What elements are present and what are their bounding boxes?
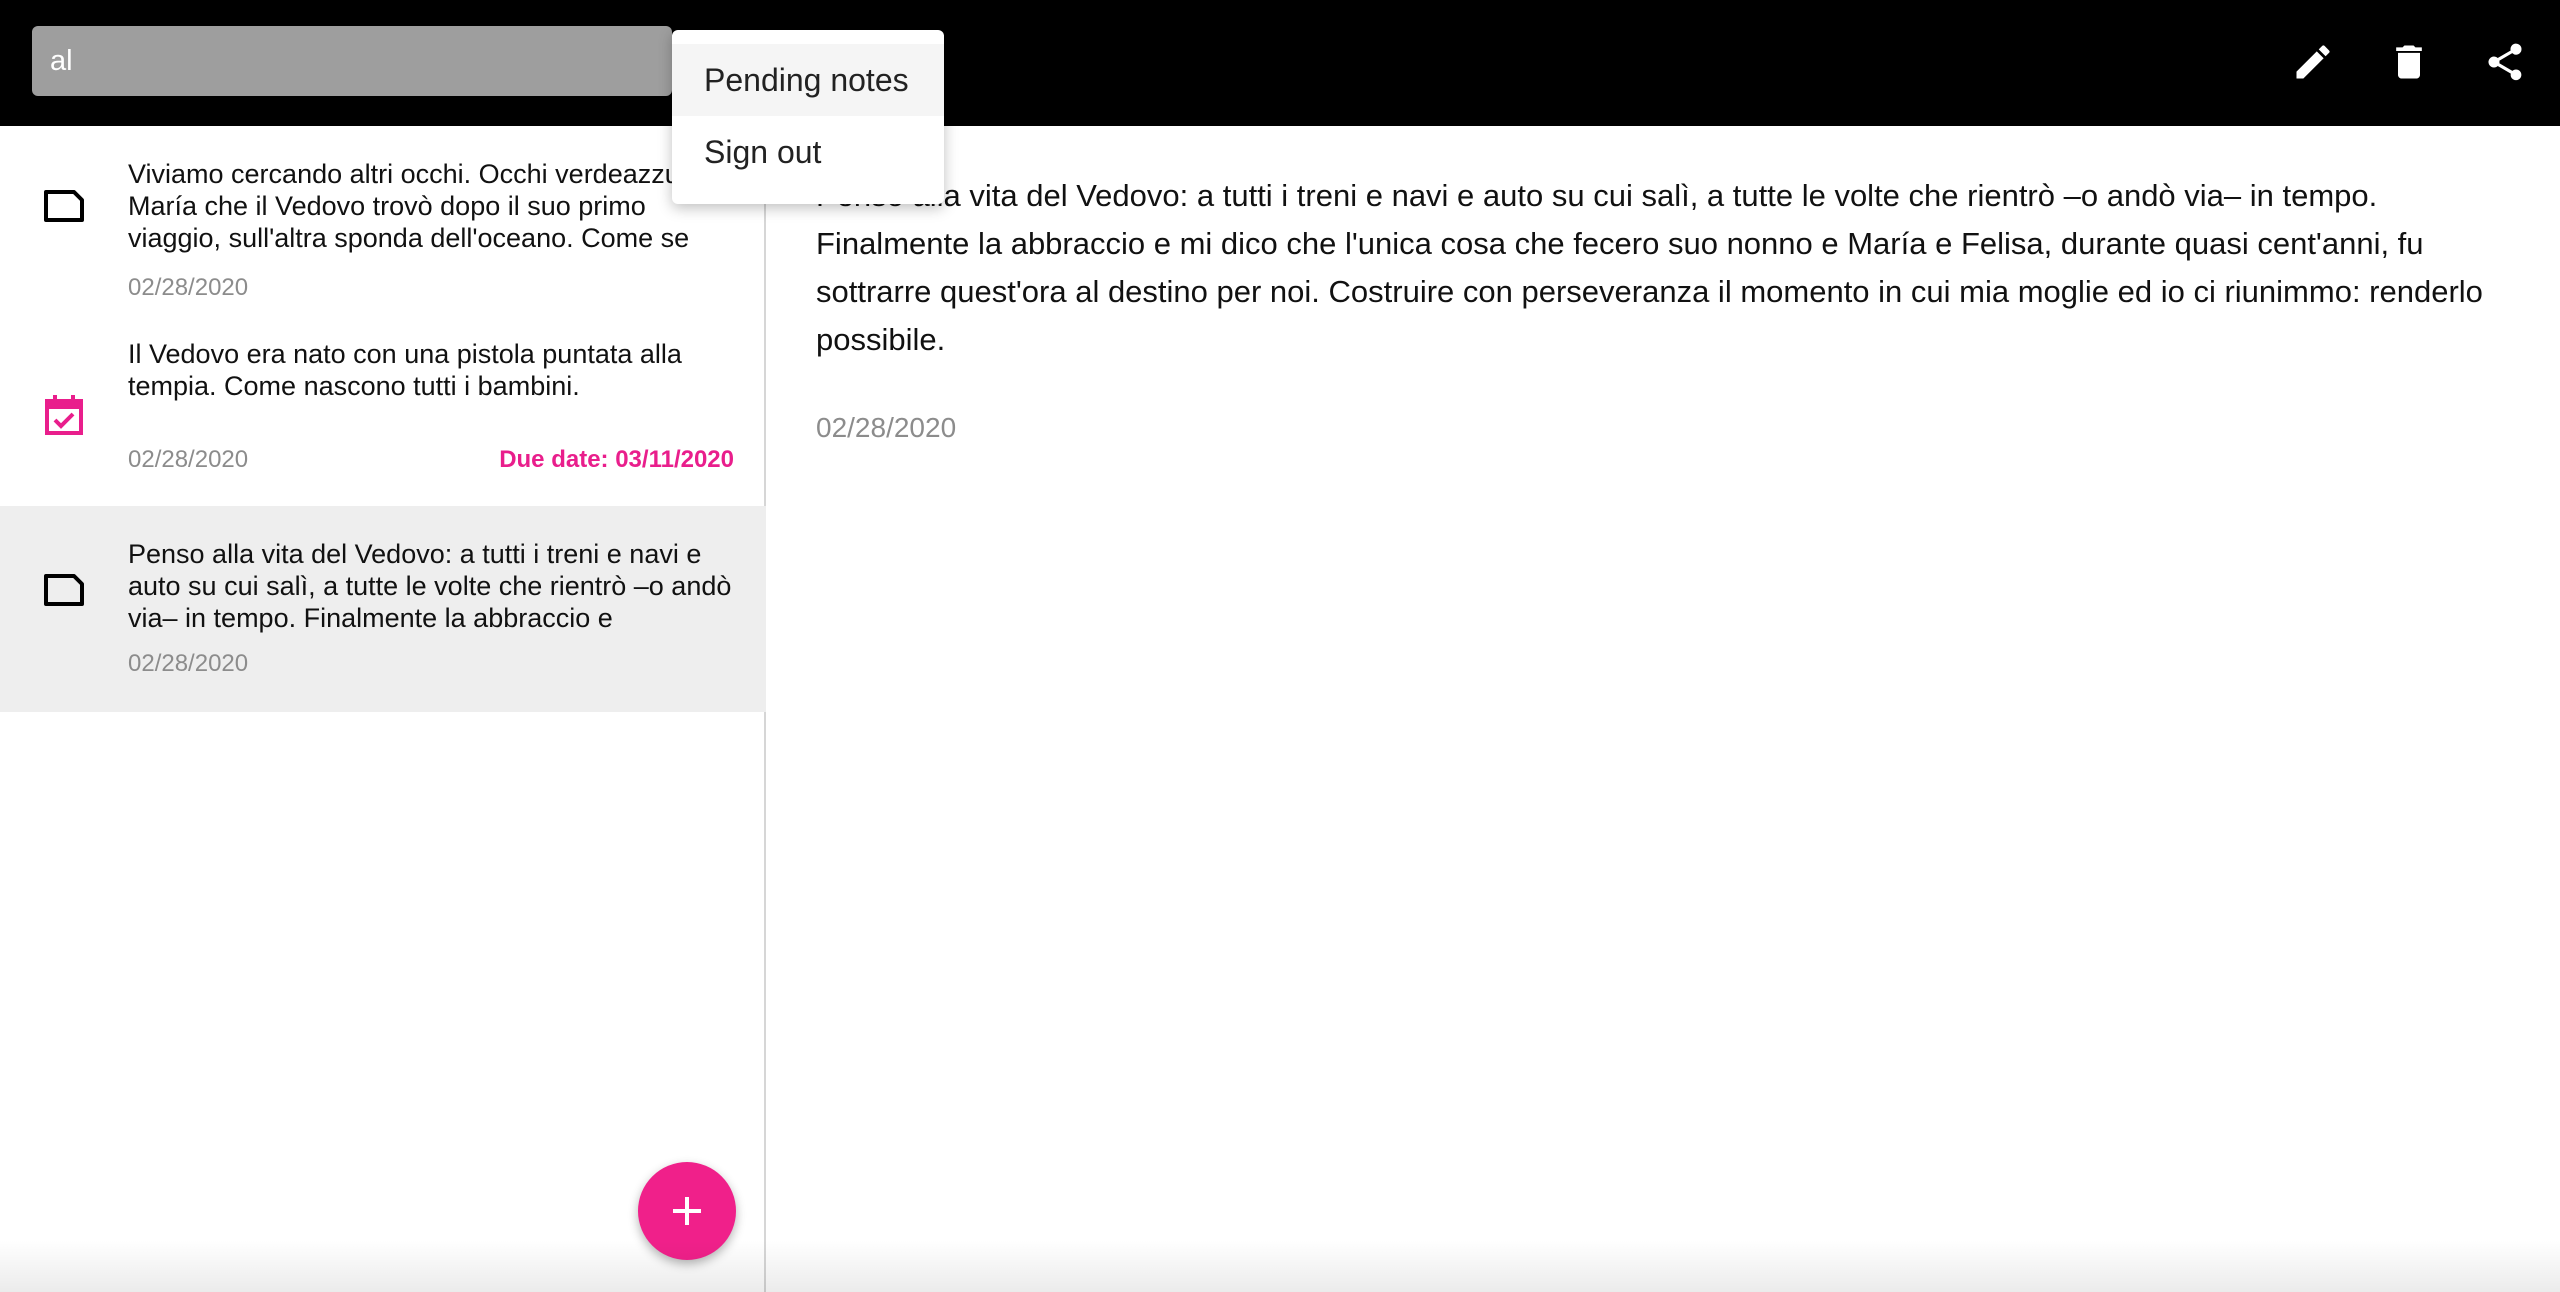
toolbar-actions xyxy=(2280,30,2538,94)
search-input[interactable] xyxy=(32,26,672,96)
note-list-item[interactable]: Viviamo cercando altri occhi. Occhi verd… xyxy=(0,126,766,340)
note-icon xyxy=(40,566,88,614)
share-button[interactable] xyxy=(2472,30,2538,94)
overflow-menu: Pending notes Sign out xyxy=(672,30,944,204)
calendar-check-icon xyxy=(40,392,88,440)
trash-icon xyxy=(2396,45,2422,79)
note-preview-text: Viviamo cercando altri occhi. Occhi verd… xyxy=(128,159,733,253)
note-list-item[interactable]: Penso alla vita del Vedovo: a tutti i tr… xyxy=(0,506,766,712)
menu-item-sign-out[interactable]: Sign out xyxy=(672,116,944,188)
share-icon xyxy=(2488,43,2522,81)
edit-button[interactable] xyxy=(2280,30,2346,94)
note-detail-text[interactable]: Penso alla vita del Vedovo: a tutti i tr… xyxy=(816,172,2516,364)
note-preview-text: Il Vedovo era nato con una pistola punta… xyxy=(128,339,682,401)
note-icon xyxy=(40,182,88,230)
notes-list-panel: Viviamo cercando altri occhi. Occhi verd… xyxy=(0,126,766,1292)
note-detail-date: 02/28/2020 xyxy=(816,412,957,443)
note-list-item[interactable]: Il Vedovo era nato con una pistola punta… xyxy=(0,339,766,506)
note-date: 02/28/2020 xyxy=(128,446,249,473)
top-app-bar xyxy=(0,0,2560,126)
plus-icon xyxy=(673,1197,701,1225)
note-detail-panel: Penso alla vita del Vedovo: a tutti i tr… xyxy=(768,126,2560,1292)
delete-button[interactable] xyxy=(2376,30,2442,94)
note-preview-text: Penso alla vita del Vedovo: a tutti i tr… xyxy=(128,539,732,633)
due-date-label: Due date: 03/11/2020 xyxy=(499,446,734,473)
menu-item-pending-notes[interactable]: Pending notes xyxy=(672,44,944,116)
add-note-button[interactable] xyxy=(638,1162,736,1260)
note-date: 02/28/2020 xyxy=(128,274,249,301)
pencil-icon xyxy=(2296,45,2330,79)
note-date: 02/28/2020 xyxy=(128,650,249,677)
